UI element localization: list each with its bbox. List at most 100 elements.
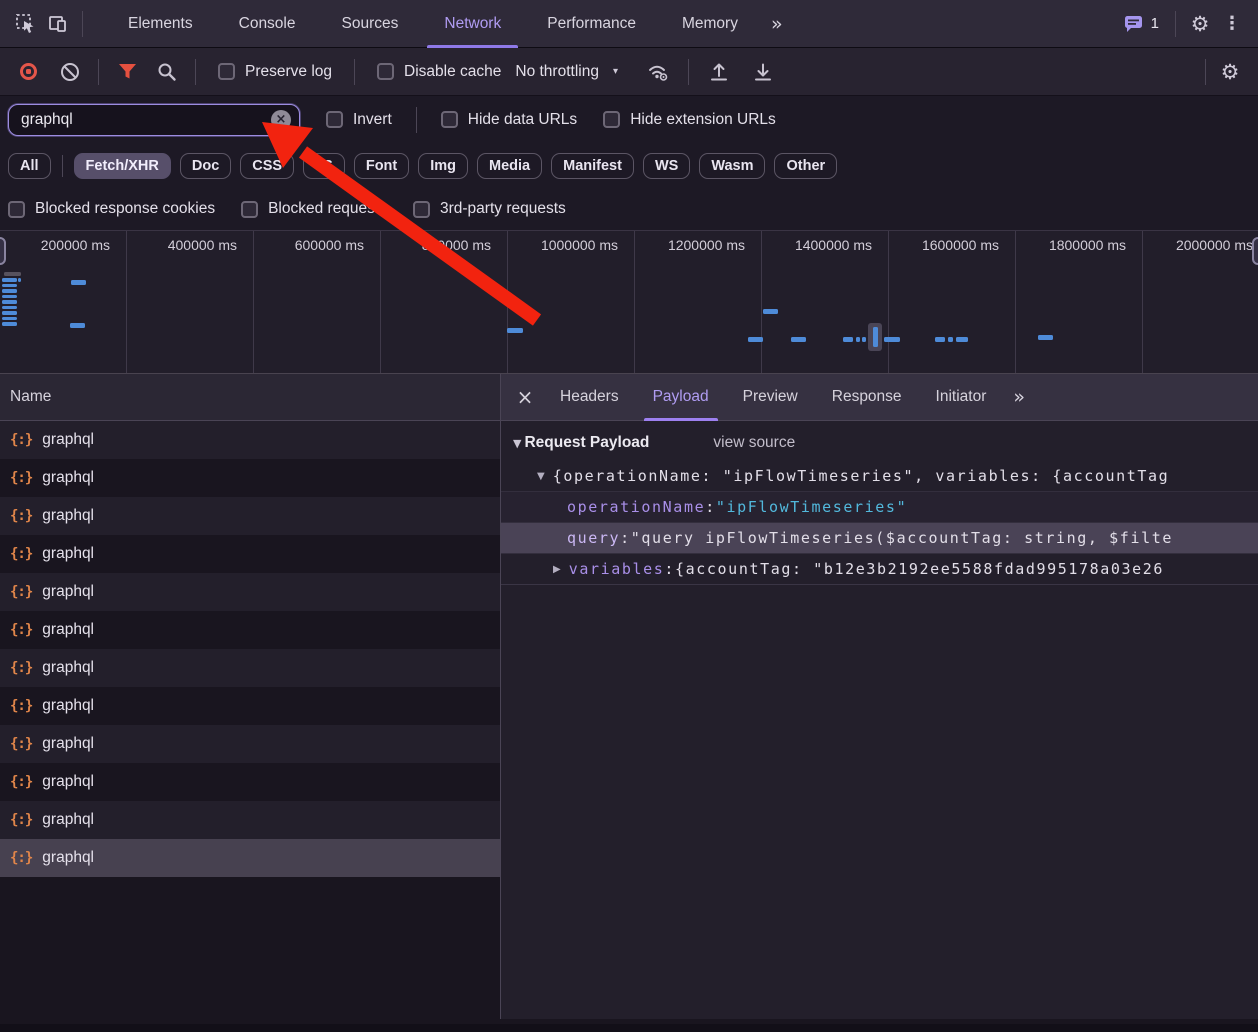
filter-chip-css[interactable]: CSS — [240, 153, 294, 179]
export-har-icon[interactable] — [747, 56, 779, 88]
request-row[interactable]: {:}graphql — [0, 687, 500, 725]
details-tab-headers[interactable]: Headers — [543, 374, 636, 421]
payload-tree-row[interactable]: operationName: "ipFlowTimeseries" — [501, 492, 1258, 523]
network-conditions-icon[interactable] — [642, 56, 674, 88]
expanded-triangle-icon[interactable]: ▼ — [537, 471, 545, 482]
filter-input-box[interactable]: × — [8, 104, 300, 136]
request-row[interactable]: {:}graphql — [0, 535, 500, 573]
chevron-down-icon: ▾ — [613, 66, 618, 77]
request-payload-section[interactable]: ▼ Request Payload view source — [501, 421, 1258, 461]
timeline-tick: 1800000 ms — [1016, 231, 1143, 373]
hide-data-urls-checkbox[interactable]: Hide data URLs — [441, 111, 577, 129]
clear-network-log-icon[interactable] — [54, 56, 86, 88]
details-tab-preview[interactable]: Preview — [726, 374, 815, 421]
filter-chip-img[interactable]: Img — [418, 153, 468, 179]
filter-input[interactable] — [21, 111, 271, 129]
hide-extension-urls-checkbox[interactable]: Hide extension URLs — [603, 111, 776, 129]
timeline-request-bar — [884, 337, 900, 342]
filter-chip-all[interactable]: All — [8, 153, 51, 179]
clear-filter-icon[interactable]: × — [271, 110, 291, 130]
network-overview-timeline[interactable]: 200000 ms400000 ms600000 ms800000 ms1000… — [0, 230, 1258, 374]
filter-chip-ws[interactable]: WS — [643, 153, 690, 179]
timeline-request-bar — [4, 272, 21, 276]
request-row[interactable]: {:}graphql — [0, 459, 500, 497]
details-tab-response[interactable]: Response — [815, 374, 919, 421]
more-detail-tabs-icon[interactable]: » — [1003, 386, 1033, 408]
filter-chip-wasm[interactable]: Wasm — [699, 153, 765, 179]
preserve-log-checkbox[interactable]: Preserve log — [218, 63, 332, 81]
kebab-menu-icon[interactable]: ⋮ — [1216, 8, 1248, 40]
filter-chip-doc[interactable]: Doc — [180, 153, 231, 179]
disable-cache-checkbox[interactable]: Disable cache — [377, 63, 501, 81]
checkbox[interactable] — [603, 111, 620, 128]
divider — [98, 59, 99, 85]
search-icon[interactable] — [151, 56, 183, 88]
checkbox[interactable] — [441, 111, 458, 128]
timeline-left-handle[interactable] — [0, 237, 6, 265]
timeline-request-bar — [935, 337, 945, 342]
divider — [354, 59, 355, 85]
request-row[interactable]: {:}graphql — [0, 497, 500, 535]
collapsed-triangle-icon[interactable]: ▶ — [553, 564, 561, 575]
request-row[interactable]: {:}graphql — [0, 573, 500, 611]
request-row[interactable]: {:}graphql — [0, 801, 500, 839]
timeline-right-handle[interactable] — [1252, 237, 1258, 265]
filter-chip-media[interactable]: Media — [477, 153, 542, 179]
import-har-icon[interactable] — [703, 56, 735, 88]
request-row[interactable]: {:}graphql — [0, 839, 500, 877]
details-tab-initiator[interactable]: Initiator — [919, 374, 1004, 421]
filter-chip-other[interactable]: Other — [774, 153, 837, 179]
filter-chip-fetch-xhr[interactable]: Fetch/XHR — [74, 153, 171, 179]
request-name: graphql — [42, 507, 94, 525]
tab-memory[interactable]: Memory — [659, 0, 761, 48]
payload-tree-row[interactable]: ▼{operationName: "ipFlowTimeseries", var… — [501, 461, 1258, 492]
view-source-link[interactable]: view source — [713, 434, 795, 452]
timeline-request-bar — [2, 300, 17, 304]
checkbox[interactable] — [218, 63, 235, 80]
settings-gear-icon[interactable]: ⚙ — [1184, 8, 1216, 40]
checkbox[interactable] — [326, 111, 343, 128]
invert-checkbox[interactable]: Invert — [326, 111, 392, 129]
checkbox[interactable] — [8, 201, 25, 218]
tab-network[interactable]: Network — [421, 0, 524, 48]
timeline-request-bar — [763, 309, 778, 314]
blocked-requests-checkbox[interactable]: Blocked requests — [241, 200, 387, 218]
third-party-requests-checkbox[interactable]: 3rd-party requests — [413, 200, 566, 218]
request-row[interactable]: {:}graphql — [0, 725, 500, 763]
filter-funnel-icon[interactable] — [111, 56, 143, 88]
request-row[interactable]: {:}graphql — [0, 611, 500, 649]
issues-button[interactable]: 1 — [1116, 15, 1167, 33]
request-row[interactable]: {:}graphql — [0, 649, 500, 687]
filter-chip-js[interactable]: JS — [303, 153, 345, 179]
more-panels-icon[interactable]: » — [761, 13, 791, 35]
checkbox[interactable] — [241, 201, 258, 218]
network-settings-gear-icon[interactable]: ⚙ — [1214, 56, 1246, 88]
json-request-icon: {:} — [10, 774, 32, 790]
payload-value: : — [620, 529, 631, 547]
timeline-request-bar — [2, 322, 17, 326]
payload-tree-row[interactable]: ▶variables: {accountTag: "b12e3b2192ee55… — [501, 554, 1258, 585]
request-row[interactable]: {:}graphql — [0, 421, 500, 459]
name-column-header[interactable]: Name — [0, 374, 500, 421]
record-network-log-icon[interactable] — [12, 56, 44, 88]
tab-console[interactable]: Console — [216, 0, 319, 48]
tab-sources[interactable]: Sources — [319, 0, 422, 48]
payload-tree-row[interactable]: query: "query ipFlowTimeseries($accountT… — [501, 523, 1258, 554]
details-tab-payload[interactable]: Payload — [636, 374, 726, 421]
blocked-response-cookies-checkbox[interactable]: Blocked response cookies — [8, 200, 215, 218]
throttling-select[interactable]: No throttling ▾ — [515, 63, 618, 81]
checkbox[interactable] — [413, 201, 430, 218]
filter-chip-font[interactable]: Font — [354, 153, 409, 179]
divider — [688, 59, 689, 85]
request-row[interactable]: {:}graphql — [0, 763, 500, 801]
json-request-icon: {:} — [10, 470, 32, 486]
checkbox[interactable] — [377, 63, 394, 80]
close-details-icon[interactable]: × — [507, 379, 543, 415]
filter-chip-manifest[interactable]: Manifest — [551, 153, 634, 179]
timeline-request-bar — [856, 337, 860, 342]
tab-elements[interactable]: Elements — [105, 0, 216, 48]
tab-performance[interactable]: Performance — [524, 0, 659, 48]
inspect-element-icon[interactable] — [10, 8, 42, 40]
device-toolbar-icon[interactable] — [42, 8, 74, 40]
request-list-panel: Name {:}graphql{:}graphql{:}graphql{:}gr… — [0, 374, 501, 1019]
